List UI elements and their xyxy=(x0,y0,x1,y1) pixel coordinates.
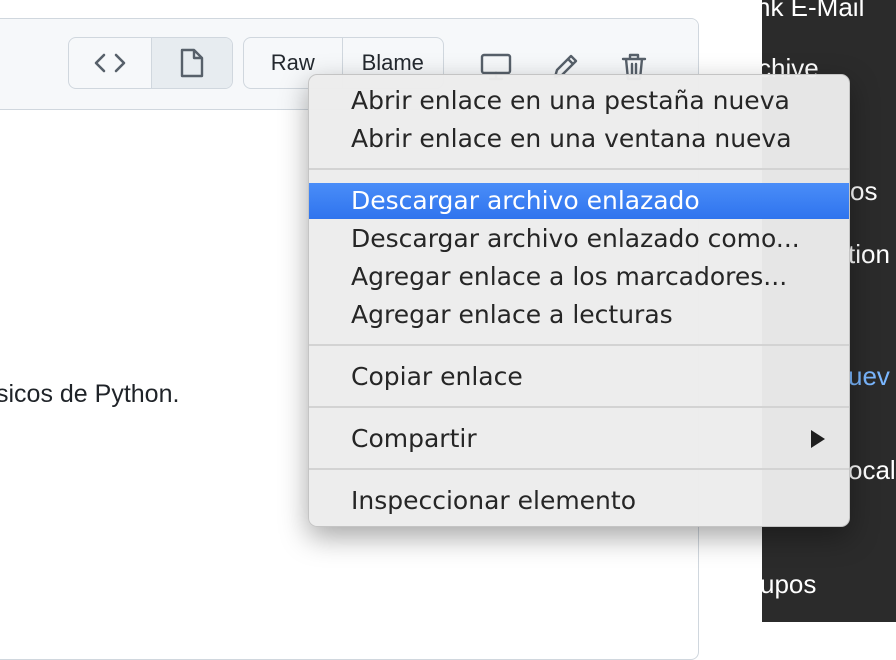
sidebar-text: os xyxy=(850,176,878,206)
view-mode-toggle xyxy=(68,37,233,89)
submenu-arrow-icon xyxy=(811,430,825,448)
sidebar-text: nk E-Mail xyxy=(762,0,865,22)
menu-separator xyxy=(309,468,849,470)
menu-item-download-linked-file-as[interactable]: Descargar archivo enlazado como... xyxy=(309,221,849,257)
menu-item-inspect-element[interactable]: Inspeccionar elemento xyxy=(309,483,849,519)
menu-separator xyxy=(309,406,849,408)
menu-separator xyxy=(309,344,849,346)
preview-view-button[interactable] xyxy=(151,38,232,88)
sidebar-text: upos xyxy=(762,569,817,599)
menu-item-open-new-tab[interactable]: Abrir enlace en una pestaña nueva xyxy=(309,83,849,119)
menu-item-add-bookmark[interactable]: Agregar enlace a los marcadores... xyxy=(309,259,849,295)
menu-item-share[interactable]: Compartir xyxy=(309,421,849,457)
sidebar-text: ocal xyxy=(848,455,896,485)
readme-body-text: sicos de Python. xyxy=(0,380,180,408)
menu-item-share-label: Compartir xyxy=(351,424,477,453)
file-icon xyxy=(180,48,204,78)
menu-item-download-linked-file[interactable]: Descargar archivo enlazado xyxy=(309,183,849,219)
sidebar-link: uev xyxy=(848,361,890,391)
menu-separator xyxy=(309,168,849,170)
code-view-button[interactable] xyxy=(69,38,151,88)
menu-item-add-reading-list[interactable]: Agregar enlace a lecturas xyxy=(309,297,849,333)
context-menu: Abrir enlace en una pestaña nueva Abrir … xyxy=(308,74,850,527)
menu-item-copy-link[interactable]: Copiar enlace xyxy=(309,359,849,395)
menu-item-open-new-window[interactable]: Abrir enlace en una ventana nueva xyxy=(309,121,849,157)
sidebar-text: tion xyxy=(848,239,890,269)
code-icon xyxy=(94,53,126,73)
